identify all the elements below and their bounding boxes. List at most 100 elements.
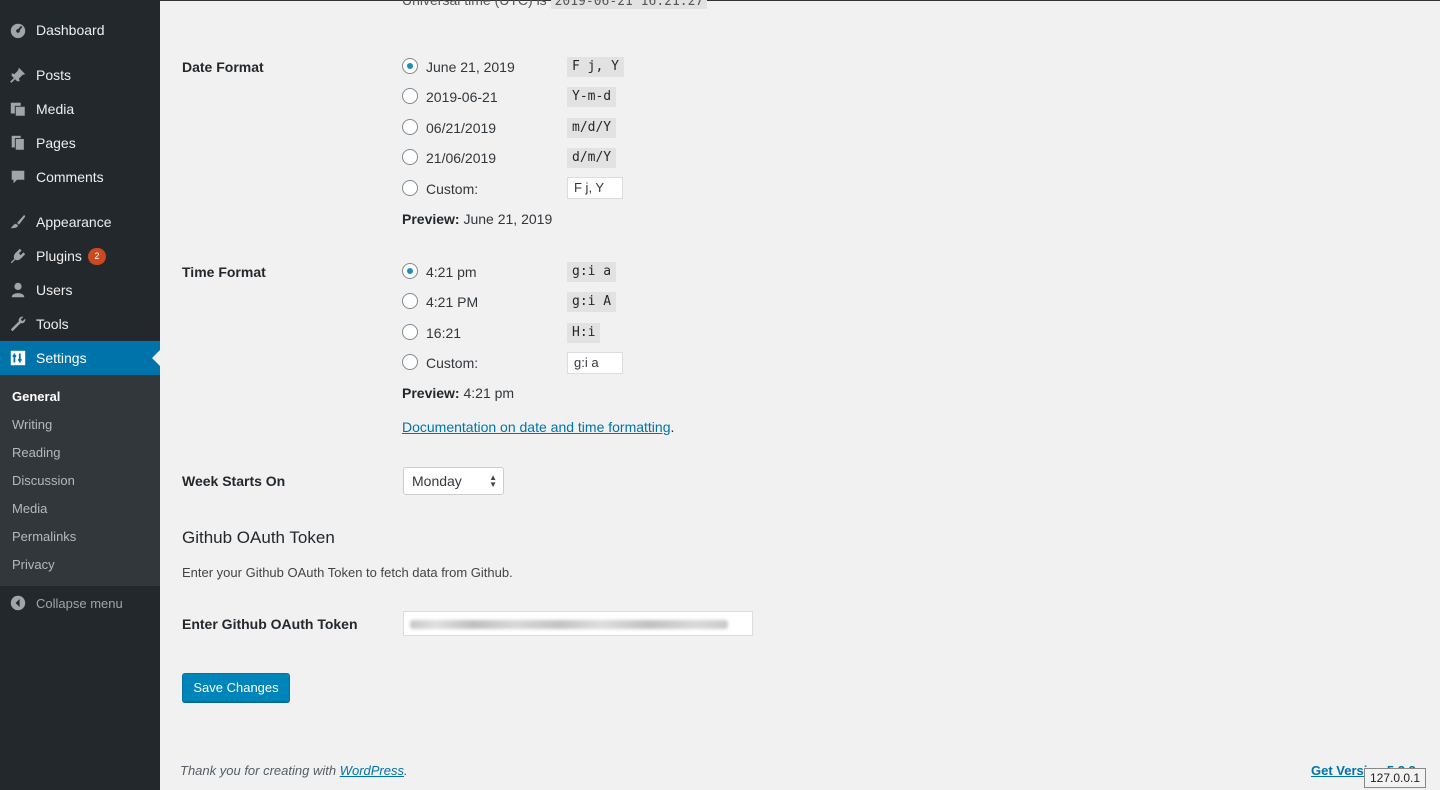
submenu-item-media[interactable]: Media [12, 501, 47, 516]
date-format-option-label[interactable]: 06/21/2019 [426, 120, 496, 136]
plugin-icon [0, 239, 36, 273]
date-format-code: F j, Y [567, 57, 624, 77]
menu-item-appearance[interactable]: Appearance [0, 205, 160, 239]
menu-label: Tools [36, 316, 69, 332]
github-token-input[interactable] [403, 611, 753, 636]
utc-time-value: 2019-06-21 16:21:27 [550, 0, 708, 9]
token-redacted [410, 620, 728, 629]
time-format-radio-custom[interactable] [402, 354, 418, 370]
time-format-preview: Preview: 4:21 pm [402, 385, 514, 401]
time-format-custom-label[interactable]: Custom: [426, 355, 478, 371]
time-format-label: Time Format [182, 264, 266, 280]
date-format-radio-custom[interactable] [402, 180, 418, 196]
github-section-title: Github OAuth Token [182, 528, 335, 547]
week-starts-value: Monday [412, 473, 462, 489]
menu-item-settings[interactable]: Settings [0, 341, 160, 375]
time-format-code: g:i a [567, 262, 617, 282]
github-token-label: Enter Github OAuth Token [182, 616, 358, 632]
time-format-option-label[interactable]: 4:21 pm [426, 264, 477, 280]
date-format-code: Y-m-d [567, 87, 617, 107]
menu-label: Settings [36, 350, 87, 366]
admin-sidebar: Dashboard Posts Media Pages Comments App… [0, 0, 160, 790]
date-format-custom-label[interactable]: Custom: [426, 181, 478, 197]
utc-time-label: Universal time (UTC) is [402, 0, 547, 8]
date-format-radio-4[interactable] [402, 149, 418, 165]
time-format-code: H:i [567, 323, 601, 343]
select-arrows-icon: ▲ ▼ [489, 473, 497, 489]
collapse-menu-button[interactable]: Collapse menu [0, 590, 160, 616]
menu-label: Dashboard [36, 22, 105, 38]
menu-item-dashboard[interactable]: Dashboard [0, 13, 160, 47]
menu-item-tools[interactable]: Tools [0, 307, 160, 341]
settings-icon [0, 341, 36, 375]
footer-credit: Thank you for creating with WordPress. [180, 763, 408, 778]
time-format-custom-input[interactable]: g:i a [567, 352, 623, 374]
week-starts-label: Week Starts On [182, 473, 286, 489]
submenu-item-reading[interactable]: Reading [12, 445, 60, 460]
time-format-option-label[interactable]: 16:21 [426, 325, 461, 341]
active-indicator [152, 350, 160, 366]
menu-label: Pages [36, 135, 76, 151]
menu-label: Plugins [36, 248, 82, 264]
wordpress-link[interactable]: WordPress [340, 763, 404, 778]
menu-item-users[interactable]: Users [0, 273, 160, 307]
preview-label: Preview: [402, 385, 460, 401]
comment-icon [0, 160, 36, 194]
plugin-update-badge: 2 [87, 247, 106, 265]
date-format-radio-1[interactable] [402, 58, 418, 74]
menu-item-comments[interactable]: Comments [0, 160, 160, 194]
time-format-code: g:i A [567, 292, 617, 312]
date-format-radio-3[interactable] [402, 119, 418, 135]
date-format-code: m/d/Y [567, 118, 617, 138]
menu-item-pages[interactable]: Pages [0, 126, 160, 160]
user-icon [0, 273, 36, 307]
menu-label: Media [36, 101, 75, 117]
week-starts-select[interactable]: Monday ▲ ▼ [403, 467, 504, 495]
date-format-code: d/m/Y [567, 148, 617, 168]
documentation-link[interactable]: Documentation on date and time formattin… [402, 419, 671, 435]
date-format-custom-input[interactable]: F j, Y [567, 177, 623, 199]
top-divider [160, 0, 1440, 1]
date-format-preview: Preview: June 21, 2019 [402, 211, 552, 227]
save-changes-button[interactable]: Save Changes [182, 673, 290, 702]
footer-suffix: . [404, 763, 408, 778]
menu-label: Users [36, 282, 73, 298]
menu-label: Appearance [36, 214, 112, 230]
preview-value: June 21, 2019 [463, 211, 553, 227]
menu-item-media[interactable]: Media [0, 92, 160, 126]
date-format-option-label[interactable]: June 21, 2019 [426, 59, 515, 75]
github-section-description: Enter your Github OAuth Token to fetch d… [182, 565, 513, 580]
date-format-radio-2[interactable] [402, 88, 418, 104]
collapse-menu-label: Collapse menu [36, 595, 123, 611]
utc-time-row: Universal time (UTC) is 2019-06-21 16:21… [402, 0, 708, 9]
wrench-icon [0, 307, 36, 341]
date-format-option-label[interactable]: 2019-06-21 [426, 89, 498, 105]
submenu-item-discussion[interactable]: Discussion [12, 473, 75, 488]
documentation-link-row: Documentation on date and time formattin… [402, 419, 674, 435]
media-icon [0, 92, 36, 126]
collapse-arrow-icon [0, 595, 36, 611]
submenu-item-general[interactable]: General [12, 389, 60, 404]
submenu-item-privacy[interactable]: Privacy [12, 557, 55, 572]
time-format-radio-1[interactable] [402, 263, 418, 279]
brush-icon [0, 205, 36, 239]
footer-text: Thank you for creating with [180, 763, 337, 778]
date-format-label: Date Format [182, 59, 264, 75]
menu-item-posts[interactable]: Posts [0, 58, 160, 92]
menu-label: Posts [36, 67, 72, 83]
submenu-item-permalinks[interactable]: Permalinks [12, 529, 76, 544]
settings-submenu: General Writing Reading Discussion Media… [0, 375, 160, 586]
preview-value: 4:21 pm [463, 385, 515, 401]
documentation-suffix: . [670, 419, 675, 435]
time-format-radio-2[interactable] [402, 293, 418, 309]
pages-icon [0, 126, 36, 160]
time-format-option-label[interactable]: 4:21 PM [426, 294, 478, 310]
menu-label: Comments [36, 169, 104, 185]
time-format-radio-3[interactable] [402, 324, 418, 340]
submenu-item-writing[interactable]: Writing [12, 417, 52, 432]
dashboard-icon [0, 13, 36, 47]
url-tooltip: 127.0.0.1 [1364, 768, 1427, 788]
menu-item-plugins[interactable]: Plugins 2 [0, 239, 160, 273]
date-format-option-label[interactable]: 21/06/2019 [426, 150, 496, 166]
preview-label: Preview: [402, 211, 460, 227]
